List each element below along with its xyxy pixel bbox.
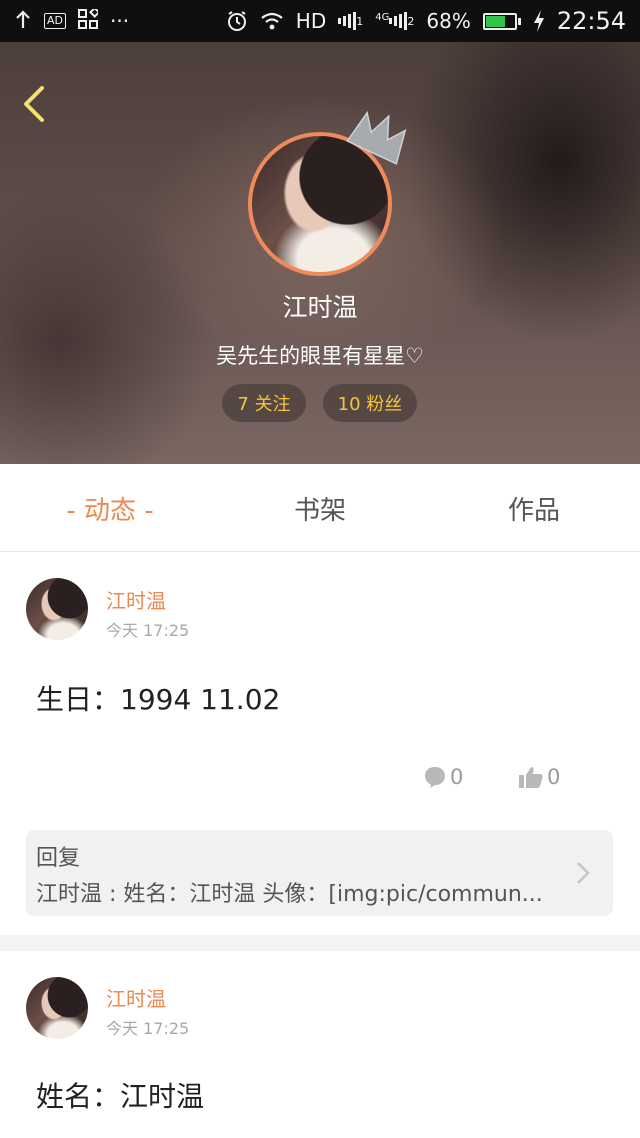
post-content: 姓名：江时温 [36, 1080, 205, 1113]
battery-icon [482, 12, 521, 30]
reply-title: 回复 [36, 846, 81, 871]
network-4g-label: 4G [375, 12, 390, 23]
comment-count: 0 [450, 765, 464, 789]
clock-time: 22:54 [556, 7, 626, 35]
apps-icon [78, 6, 101, 34]
profile-header: 江时温 吴先生的眼里有星星♡ 7 关注 10 粉丝 [0, 42, 640, 464]
back-button[interactable] [14, 82, 58, 126]
hd-label: HD [295, 9, 327, 33]
fans-button[interactable]: 10 粉丝 [323, 384, 417, 422]
battery-percent: 68% [426, 9, 471, 33]
status-bar: AD ··· HD 1 4G 2 68% 22:54 [0, 0, 640, 42]
thumbs-up-icon [519, 767, 543, 788]
post-divider [0, 935, 640, 951]
alarm-icon [226, 10, 248, 32]
profile-name: 江时温 [282, 293, 358, 322]
status-right: HD 1 4G 2 68% 22:54 [226, 7, 626, 35]
post-time: 今天 17:25 [106, 621, 190, 640]
chevron-right-icon [577, 862, 590, 884]
reply-preview[interactable]: 回复 江时温 : 姓名：江时温 头像：[img:pic/commun... [26, 830, 613, 916]
tab-works[interactable]: 作品 [454, 464, 614, 552]
profile-bio: 吴先生的眼里有星星♡ [216, 344, 424, 368]
more-dots-icon: ··· [110, 9, 130, 33]
sim2-label: 2 [407, 14, 415, 28]
post-content: 生日：1994 11.02 [36, 683, 281, 716]
ad-icon: AD [44, 13, 66, 29]
following-button[interactable]: 7 关注 [222, 384, 306, 422]
charging-icon [533, 10, 545, 32]
back-arrow-icon [24, 86, 44, 122]
profile-avatar-wrap [248, 110, 407, 276]
tab-bookshelf[interactable]: 书架 [240, 464, 400, 552]
post-author[interactable]: 江时温 [106, 983, 166, 1012]
signal-4g-icon: 4G 2 [375, 12, 414, 30]
tab-dynamics[interactable]: - 动态 - [30, 464, 190, 552]
post-time: 今天 17:25 [106, 1019, 190, 1038]
upload-arrow-icon [14, 9, 32, 33]
avatar[interactable] [26, 578, 88, 640]
fans-label: 10 粉丝 [337, 394, 403, 415]
avatar[interactable] [26, 977, 88, 1039]
like-count: 0 [547, 765, 561, 789]
comment-icon [425, 767, 445, 788]
sim1-label: 1 [356, 14, 364, 28]
comment-button[interactable]: 0 [424, 765, 463, 789]
post-card: 江时温 今天 17:25 生日：1994 11.02 0 0 回复 江时温 : … [0, 553, 640, 935]
status-left: AD ··· [14, 6, 130, 34]
tab-bar: - 动态 - 书架 作品 [0, 464, 640, 552]
signal-icon: 1 [338, 12, 363, 30]
crown-icon [346, 110, 407, 165]
reply-text: 江时温 : 姓名：江时温 头像：[img:pic/commun... [36, 882, 543, 907]
wifi-icon [260, 11, 284, 31]
post-author[interactable]: 江时温 [106, 585, 166, 614]
post-card: 江时温 今天 17:25 姓名：江时温 [0, 951, 640, 1138]
following-label: 7 关注 [237, 394, 291, 415]
like-button[interactable]: 0 [519, 765, 560, 789]
